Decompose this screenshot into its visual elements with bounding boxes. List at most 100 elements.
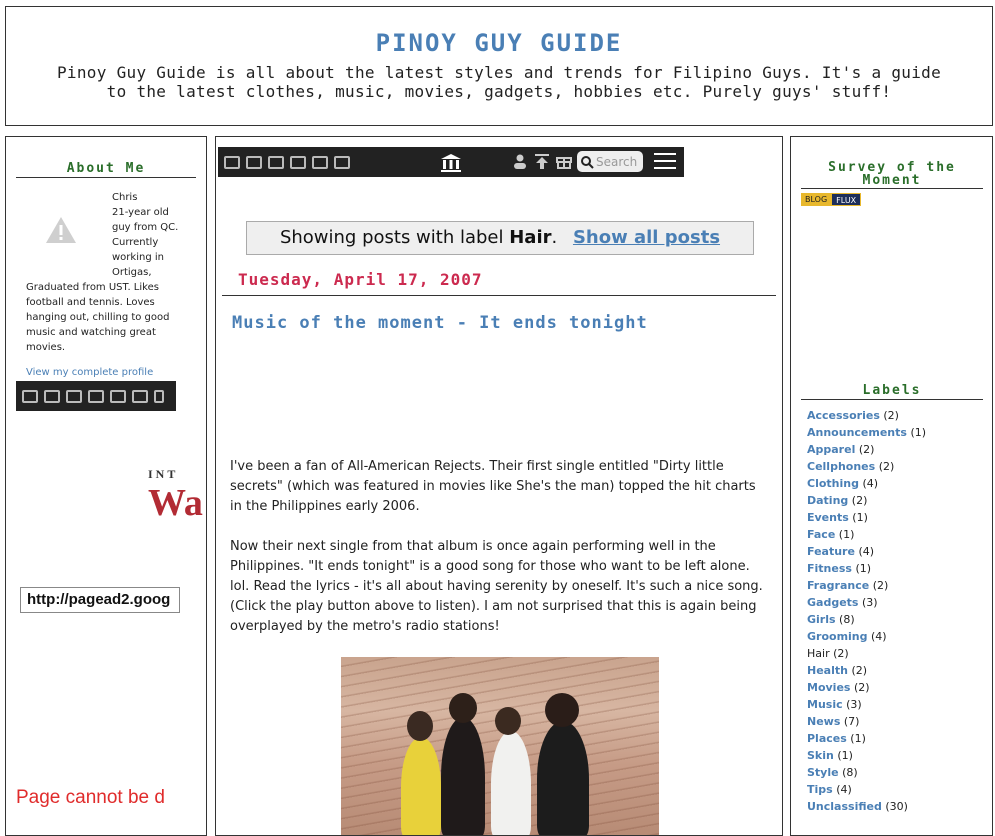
site-toolbar: Search [218, 147, 684, 177]
labels-heading: Labels [801, 383, 983, 400]
speaker-icon[interactable] [88, 389, 104, 403]
save-icon[interactable] [312, 155, 328, 169]
label-count: (2) [883, 409, 899, 422]
label-item: Skin (1) [807, 747, 926, 764]
label-link[interactable]: Girls [807, 613, 836, 626]
label-item: Apparel (2) [807, 441, 926, 458]
survey-heading-line: Moment [862, 173, 922, 188]
toolbar-right-icons [512, 153, 572, 169]
user-icon[interactable] [512, 153, 528, 169]
film-icon[interactable] [66, 389, 82, 403]
about-me-heading: About Me [16, 161, 196, 178]
label-count: (4) [858, 545, 875, 558]
label-item: Fitness (1) [807, 560, 926, 577]
label-item: Clothing (4) [807, 475, 926, 492]
label-link[interactable]: Health [807, 664, 848, 677]
label-count: (2) [858, 443, 875, 456]
show-all-posts-link[interactable]: Show all posts [573, 227, 720, 248]
label-link[interactable]: Fragrance [807, 579, 869, 592]
label-link[interactable]: Skin [807, 749, 834, 762]
profile-text: 21-year old [112, 207, 169, 218]
label-item: Places (1) [807, 730, 926, 747]
label-link[interactable]: Dating [807, 494, 848, 507]
label-count: (8) [839, 613, 855, 626]
label-link[interactable]: Movies [807, 681, 850, 694]
profile-text: music and watching great [26, 327, 156, 338]
profile-text: Graduated from UST. Likes [26, 282, 159, 293]
image-icon[interactable] [334, 155, 350, 169]
page-error-message: Page cannot be d [16, 787, 165, 808]
label-item: Feature (4) [807, 543, 926, 560]
labels-list: Accessories (2) Announcements (1) Appare… [807, 407, 926, 815]
speaker-icon[interactable] [290, 155, 306, 169]
toolbar-search[interactable]: Search [577, 151, 643, 172]
post-title[interactable]: Music of the moment - It ends tonight [232, 313, 648, 333]
label-link[interactable]: Feature [807, 545, 855, 558]
label-item: Accessories (2) [807, 407, 926, 424]
label-count: (1) [910, 426, 927, 439]
label-link[interactable]: Accessories [807, 409, 880, 422]
menu-icon[interactable] [654, 153, 676, 171]
label-count: (2) [872, 579, 889, 592]
label-link[interactable]: Cellphones [807, 460, 875, 473]
label-link[interactable]: Music [807, 698, 843, 711]
blogflux-badge[interactable]: BLOG FLUX [801, 193, 881, 206]
label-link[interactable]: Unclassified [807, 800, 882, 813]
window-icon[interactable] [22, 389, 38, 403]
label-count: (1) [837, 749, 853, 762]
museum-icon[interactable] [440, 153, 462, 173]
profile-text: hanging out, chilling to good [26, 312, 170, 323]
label-item: Hair (2) [807, 645, 926, 662]
save-icon[interactable] [110, 389, 126, 403]
label-link[interactable]: Places [807, 732, 847, 745]
label-count: (4) [836, 783, 852, 796]
label-link[interactable]: Fitness [807, 562, 852, 575]
label-link[interactable]: Style [807, 766, 839, 779]
profile-text: Currently [112, 237, 159, 248]
label-count: (1) [852, 511, 868, 524]
label-item: Health (2) [807, 662, 926, 679]
gift-icon[interactable] [556, 153, 572, 169]
ad-url-field[interactable]: http://pagead2.goog [20, 587, 180, 613]
label-item: Events (1) [807, 509, 926, 526]
film-icon[interactable] [268, 155, 284, 169]
label-link[interactable]: Tips [807, 783, 833, 796]
label-item: Girls (8) [807, 611, 926, 628]
survey-heading: Survey of the Moment [801, 161, 983, 189]
book-icon[interactable] [246, 155, 262, 169]
label-link[interactable]: Grooming [807, 630, 868, 643]
label-count: (1) [838, 528, 855, 541]
book-icon[interactable] [44, 389, 60, 403]
post-date-header: Tuesday, April 17, 2007 [222, 270, 776, 296]
label-item: Unclassified (30) [807, 798, 926, 815]
blog-description: Pinoy Guy Guide is all about the latest … [56, 63, 942, 101]
label-link[interactable]: Gadgets [807, 596, 858, 609]
main-column: Search Showing posts with label Hair. Sh… [215, 136, 783, 836]
label-count: (1) [855, 562, 872, 575]
label-link[interactable]: Announcements [807, 426, 907, 439]
window-icon[interactable] [224, 155, 240, 169]
upload-icon[interactable] [534, 153, 550, 169]
label-link[interactable]: Face [807, 528, 835, 541]
blog-title[interactable]: PINOY GUY GUIDE [6, 29, 992, 57]
blogflux-text: BLOG [801, 193, 832, 206]
label-link[interactable]: Events [807, 511, 849, 524]
label-count: (4) [871, 630, 887, 643]
ad-banner-text[interactable]: INT [148, 467, 178, 482]
ad-banner-logo[interactable]: Wa [148, 483, 203, 523]
label-link[interactable]: News [807, 715, 840, 728]
label-link[interactable]: Clothing [807, 477, 859, 490]
label-count: (3) [846, 698, 862, 711]
image-icon[interactable] [132, 389, 148, 403]
profile-name[interactable]: Chris [112, 190, 137, 205]
blog-header: PINOY GUY GUIDE Pinoy Guy Guide is all a… [5, 6, 993, 126]
post-body: I've been a fan of All-American Rejects.… [230, 457, 770, 657]
label-item: Cellphones (2) [807, 458, 926, 475]
label-item: News (7) [807, 713, 926, 730]
avatar-placeholder-icon [46, 217, 76, 243]
post-paragraph: Now their next single from that album is… [230, 539, 763, 634]
label-count: (2) [853, 681, 870, 694]
view-profile-link[interactable]: View my complete profile [26, 367, 153, 378]
label-link[interactable]: Apparel [807, 443, 855, 456]
museum-icon[interactable] [154, 389, 164, 403]
